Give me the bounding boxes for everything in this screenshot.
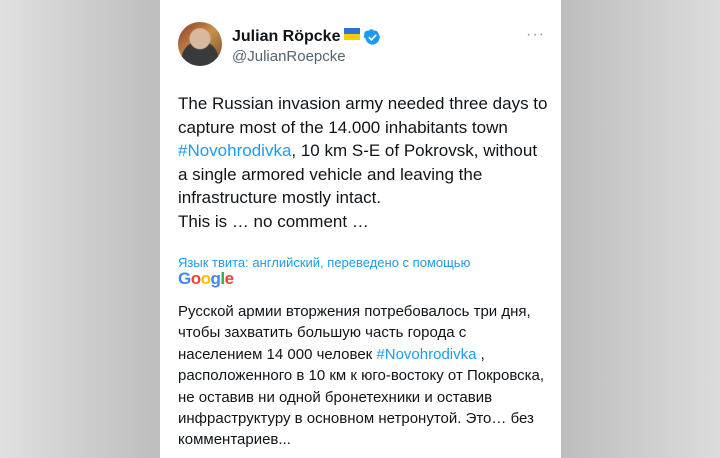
ukraine-flag-icon (344, 28, 361, 40)
hashtag-link[interactable]: #Novohrodivka (178, 141, 291, 160)
avatar[interactable] (178, 22, 222, 66)
tweet-text-part1: The Russian invasion army needed three d… (178, 94, 548, 137)
author-display-name[interactable]: Julian Röpcke (232, 28, 340, 46)
tweet-text: The Russian invasion army needed three d… (178, 92, 548, 233)
more-options-icon[interactable]: ··· (526, 26, 545, 44)
tweet-card: Julian Röpcke @JulianRoepcke ··· The Rus… (160, 0, 561, 458)
author-handle[interactable]: @JulianRoepcke (232, 48, 346, 65)
background-left (0, 0, 160, 458)
background-right (560, 0, 720, 458)
translated-text: Русской армии вторжения потребовалось тр… (178, 301, 553, 451)
google-logo: Google (178, 269, 234, 288)
translated-hashtag-link[interactable]: #Novohrodivka (376, 346, 476, 363)
tweet-text-part3: This is … no comment … (178, 211, 369, 231)
translation-label[interactable]: Язык твита: английский, переведено с пом… (178, 255, 470, 270)
verified-badge-icon (364, 28, 381, 45)
author-name-row: Julian Röpcke (232, 26, 381, 48)
